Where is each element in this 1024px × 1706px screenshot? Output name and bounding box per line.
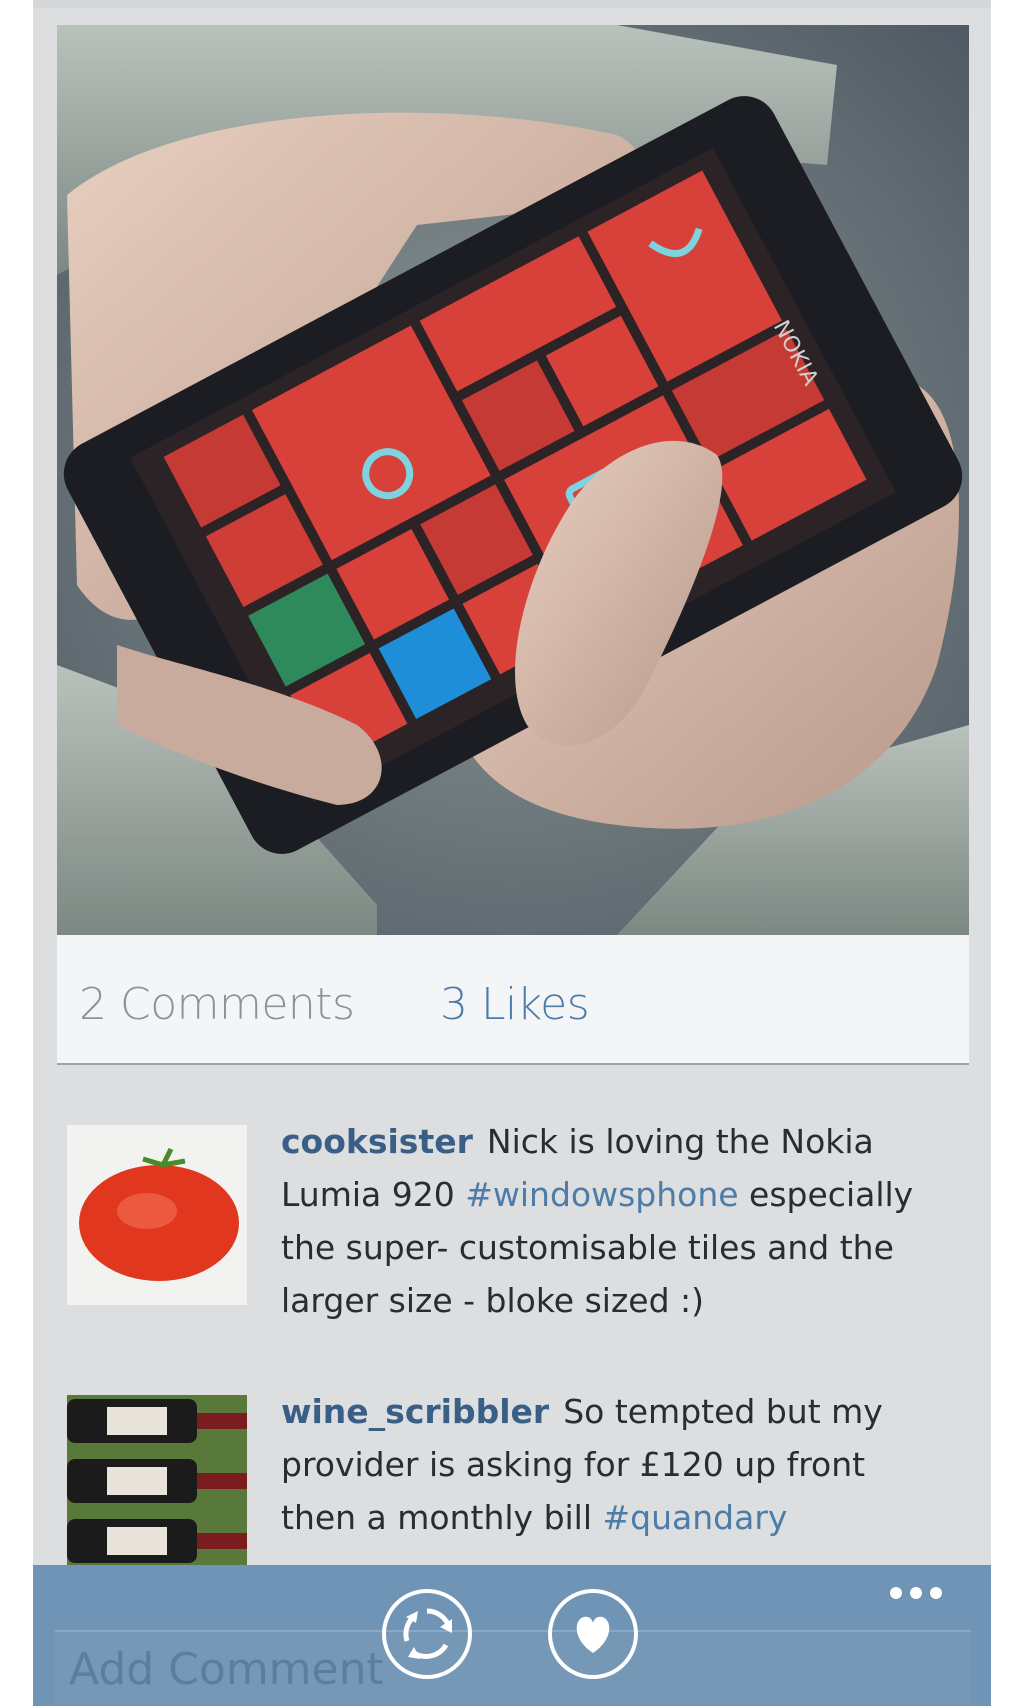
post-photo[interactable]: NOKIA	[57, 25, 969, 935]
wine-bottles-avatar[interactable]	[67, 1395, 247, 1575]
refresh-button[interactable]	[382, 1589, 472, 1679]
application-bar: Add Comment	[33, 1565, 991, 1706]
comment-body: cooksister Nick is loving the Nokia Lumia…	[281, 1115, 941, 1327]
more-dot	[910, 1587, 922, 1599]
photo-illustration: NOKIA	[57, 25, 969, 935]
post-stats-bar: 2 Comments 3 Likes	[57, 935, 969, 1065]
like-button[interactable]	[548, 1589, 638, 1679]
comment-body: wine_scribbler So tempted but my provider…	[281, 1385, 941, 1544]
top-strip	[33, 0, 991, 8]
heart-icon	[576, 1616, 610, 1653]
comment-username[interactable]: wine_scribbler	[281, 1392, 549, 1431]
tomato-avatar[interactable]	[67, 1125, 247, 1305]
comment-username[interactable]: cooksister	[281, 1122, 473, 1161]
add-comment-placeholder: Add Comment	[69, 1644, 384, 1695]
more-dot	[930, 1587, 942, 1599]
comment-hashtag[interactable]: #windowsphone	[465, 1175, 738, 1214]
likes-count[interactable]: 3 Likes	[440, 979, 590, 1030]
refresh-icon	[403, 1608, 452, 1659]
comments-count[interactable]: 2 Comments	[79, 979, 355, 1030]
post-detail-screen: NOKIA 2 Comments 3 Likes cooksister Nick…	[33, 0, 991, 1706]
more-dot	[890, 1587, 902, 1599]
comment-hashtag[interactable]: #quandary	[603, 1498, 788, 1537]
more-icon[interactable]	[888, 1583, 948, 1603]
add-comment-input[interactable]: Add Comment	[55, 1630, 971, 1706]
